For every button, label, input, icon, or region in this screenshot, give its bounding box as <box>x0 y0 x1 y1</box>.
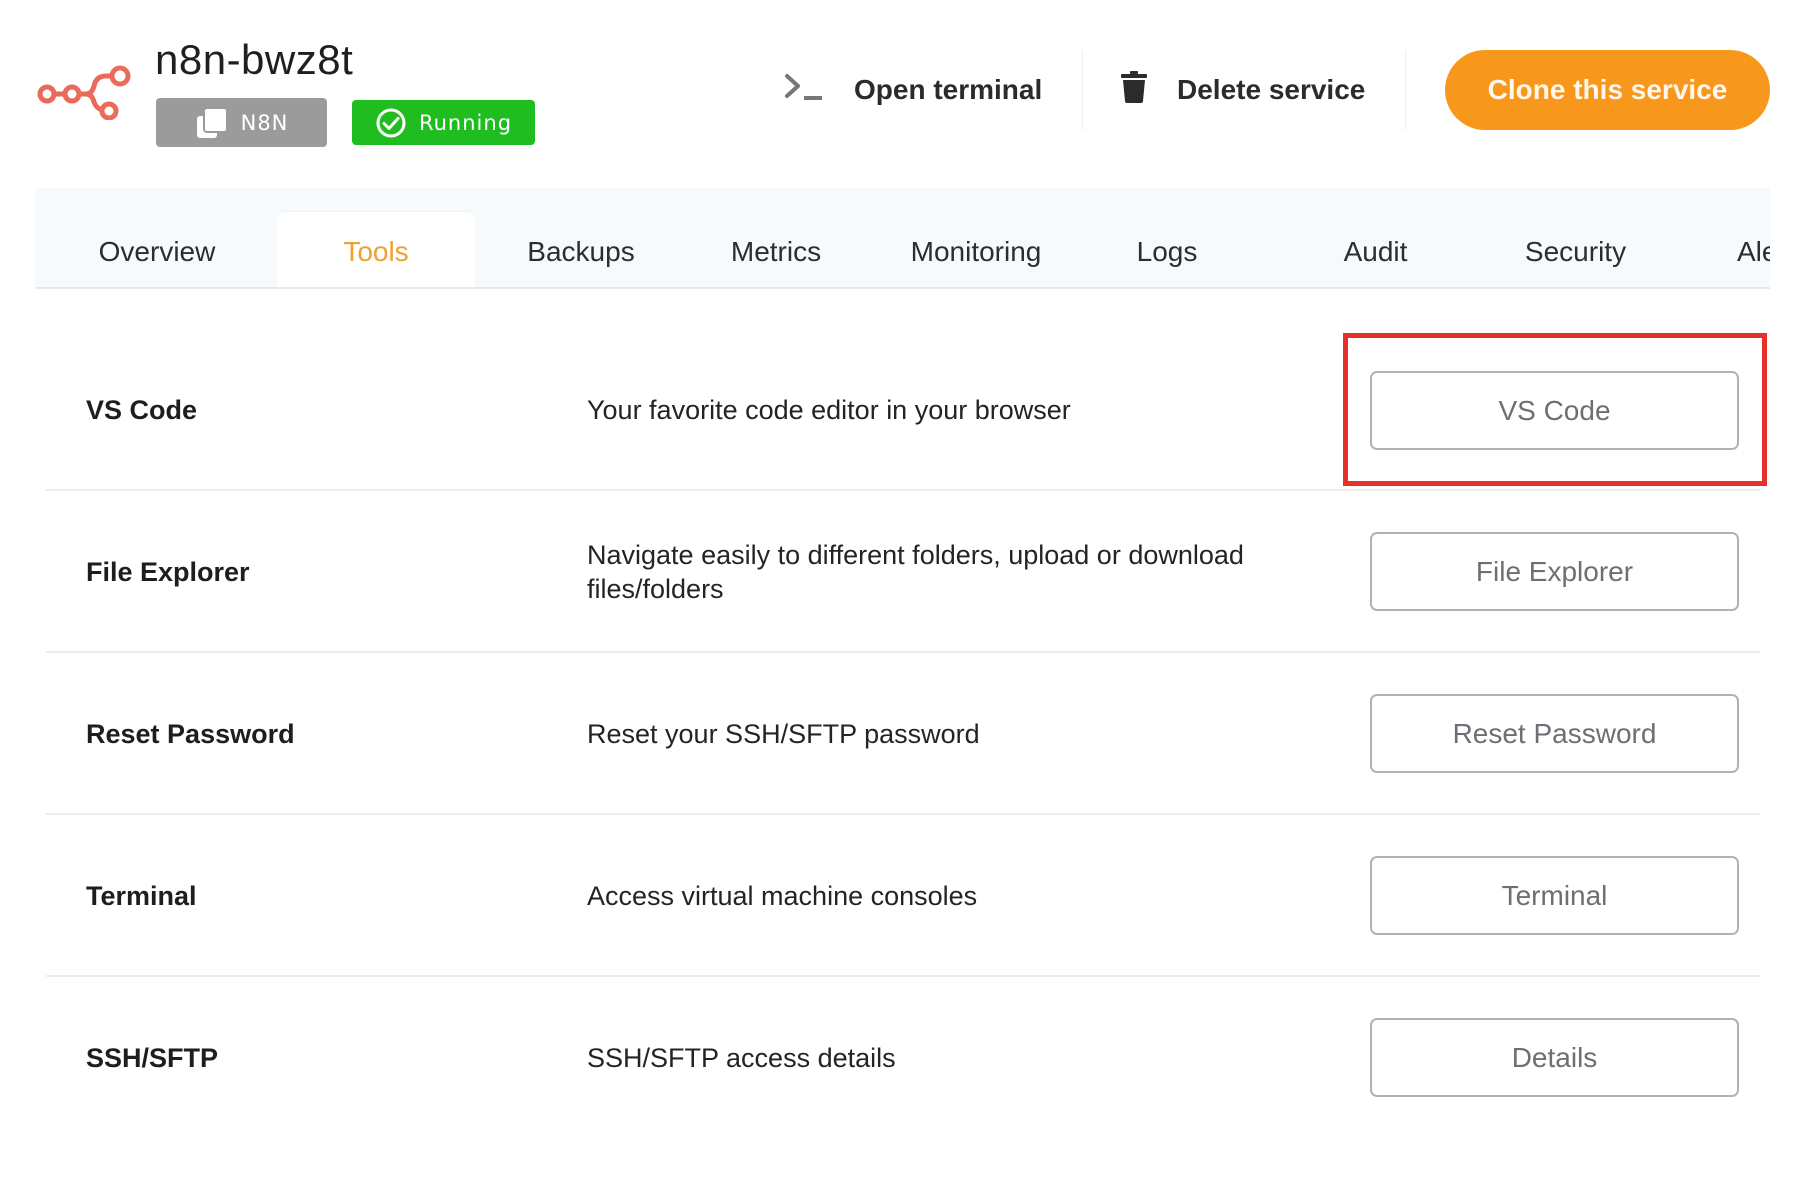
tool-row-vs-code: VS Code Your favorite code editor in you… <box>46 329 1760 491</box>
tab-bar: Overview Tools Backups Metrics Monitorin… <box>35 188 1770 289</box>
tab-security[interactable]: Security <box>1501 212 1650 287</box>
tab-overview[interactable]: Overview <box>75 212 239 287</box>
n8n-logo-icon <box>34 60 136 121</box>
tool-description: Your favorite code editor in your browse… <box>587 395 1071 425</box>
tool-row-reset-password: Reset Password Reset your SSH/SFTP passw… <box>46 653 1760 815</box>
reset-password-button[interactable]: Reset Password <box>1370 694 1739 773</box>
tab-alerts[interactable]: Alerts <box>1737 212 1770 287</box>
tab-audit[interactable]: Audit <box>1321 212 1430 287</box>
ssh-details-button[interactable]: Details <box>1370 1018 1739 1097</box>
copy-icon <box>195 106 229 140</box>
file-explorer-button[interactable]: File Explorer <box>1370 532 1739 611</box>
terminal-button[interactable]: Terminal <box>1370 856 1739 935</box>
tool-description: Reset your SSH/SFTP password <box>587 719 980 749</box>
delete-service-label: Delete service <box>1177 74 1366 105</box>
tool-description: Access virtual machine consoles <box>587 881 978 911</box>
tab-backups[interactable]: Backups <box>505 212 657 287</box>
tool-description: SSH/SFTP access details <box>587 1043 896 1073</box>
tab-monitoring[interactable]: Monitoring <box>885 212 1067 287</box>
tool-title: VS Code <box>86 394 198 425</box>
tab-metrics[interactable]: Metrics <box>707 212 845 287</box>
open-terminal-label: Open terminal <box>854 74 1043 105</box>
terminal-prompt-icon <box>784 72 824 109</box>
tool-row-ssh-sftp: SSH/SFTP SSH/SFTP access details Details <box>46 977 1760 1139</box>
tab-logs[interactable]: Logs <box>1115 212 1219 287</box>
status-badge: Running <box>352 100 535 145</box>
tool-title: SSH/SFTP <box>86 1042 219 1073</box>
open-terminal-button[interactable]: Open terminal <box>784 62 1042 118</box>
tool-title: File Explorer <box>86 556 250 587</box>
header-divider <box>1082 50 1083 130</box>
status-label: Running <box>418 110 513 135</box>
trash-icon <box>1121 70 1147 110</box>
delete-service-button[interactable]: Delete service <box>1121 62 1365 118</box>
tool-row-file-explorer: File Explorer Navigate easily to differe… <box>46 491 1760 653</box>
check-circle-icon <box>375 107 407 139</box>
tab-tools[interactable]: Tools <box>277 212 475 287</box>
tool-row-terminal: Terminal Access virtual machine consoles… <box>46 815 1760 977</box>
clone-service-button[interactable]: Clone this service <box>1445 50 1770 130</box>
tool-title: Reset Password <box>86 718 295 749</box>
tool-description: Navigate easily to different folders, up… <box>587 540 1244 604</box>
tool-title: Terminal <box>86 880 197 911</box>
service-type-badge: N8N <box>156 98 327 147</box>
service-title: n8n-bwz8t <box>155 36 354 83</box>
service-type-label: N8N <box>240 110 289 135</box>
header-divider <box>1405 50 1406 130</box>
vs-code-button[interactable]: VS Code <box>1370 371 1739 450</box>
